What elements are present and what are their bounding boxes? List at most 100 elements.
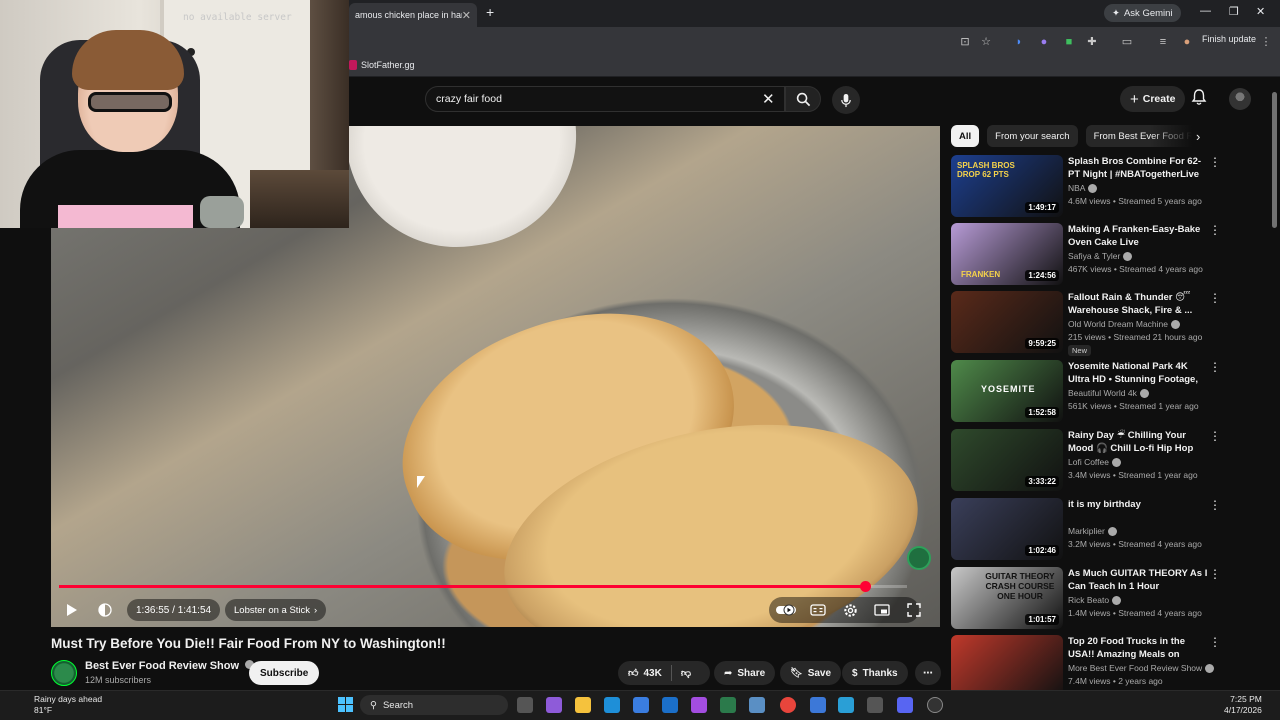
new-tab-icon[interactable]: +: [486, 4, 494, 20]
chip-all[interactable]: All: [951, 125, 980, 147]
settings-button[interactable]: [839, 599, 861, 621]
video-thumbnail[interactable]: [951, 635, 1063, 697]
bookmark-star-icon[interactable]: ☆: [978, 34, 994, 50]
video-thumbnail[interactable]: 3:33:22: [951, 429, 1063, 491]
recommendation-item[interactable]: 3:33:22 Rainy Day ☔ Chilling Your Mood 🎧 …: [951, 429, 1221, 493]
task-view-icon[interactable]: [517, 697, 533, 713]
video-thumbnail[interactable]: 1:24:56 FRANKEN: [951, 223, 1063, 285]
more-options-icon[interactable]: ⋮: [1209, 223, 1221, 237]
more-options-icon[interactable]: ⋮: [1209, 360, 1221, 374]
recommendation-title[interactable]: Yosemite National Park 4K Ultra HD • Stu…: [1068, 360, 1208, 387]
recommendation-item[interactable]: 1:02:46 it is my birthday Markiplier 3.2M v…: [951, 498, 1221, 562]
thanks-button[interactable]: $ Thanks: [842, 661, 908, 685]
recommendation-title[interactable]: Making A Franken-Easy-Bake Oven Cake Liv…: [1068, 223, 1208, 249]
recommendation-channel[interactable]: Beautiful World 4k: [1068, 388, 1149, 398]
progress-bar[interactable]: [59, 581, 907, 592]
ask-gemini-button[interactable]: ✦ Ask Gemini: [1104, 4, 1181, 22]
profile-icon[interactable]: ●: [1179, 34, 1195, 50]
video-thumbnail[interactable]: 1:01:57 GUITAR THEORY CRASH COURSE ONE HO…: [951, 567, 1063, 629]
recommendation-item[interactable]: 9:59:25 Fallout Rain & Thunder 😴 Warehous…: [951, 291, 1221, 356]
chapter-button[interactable]: Lobster on a Stick ›: [225, 599, 327, 621]
weather-widget[interactable]: Rainy days ahead 81°F: [14, 694, 102, 716]
extension-icon-1[interactable]: ◗: [1011, 34, 1027, 50]
notifications-button[interactable]: [1190, 88, 1210, 108]
store-icon[interactable]: [633, 697, 649, 713]
channel-name[interactable]: Best Ever Food Review Show: [85, 660, 255, 672]
create-button[interactable]: + Create: [1120, 86, 1186, 112]
finish-update-button[interactable]: Finish update: [1202, 34, 1256, 44]
more-options-icon[interactable]: ⋮: [1209, 291, 1221, 305]
voice-search-button[interactable]: [832, 86, 860, 114]
recommendation-channel[interactable]: Markiplier: [1068, 526, 1117, 536]
recommendation-item[interactable]: 1:49:17 SPLASH BROS DROP 62 PTS Splash Bro…: [951, 155, 1221, 219]
recommendation-title[interactable]: Top 20 Food Trucks in the USA!! Amazing …: [1068, 635, 1208, 662]
scrollbar-thumb[interactable]: [1272, 92, 1277, 228]
recommendation-item[interactable]: 1:24:56 FRANKEN Making A Franken-Easy-Bake…: [951, 223, 1221, 287]
recommendation-item[interactable]: 1:01:57 GUITAR THEORY CRASH COURSE ONE HO…: [951, 567, 1221, 631]
outlook-icon[interactable]: [662, 697, 678, 713]
video-thumbnail[interactable]: 1:49:17 SPLASH BROS DROP 62 PTS: [951, 155, 1063, 217]
chip-from-search[interactable]: From your search: [987, 125, 1078, 147]
excel-icon[interactable]: [720, 697, 736, 713]
discord-icon[interactable]: [897, 697, 913, 713]
recommendation-channel[interactable]: More Best Ever Food Review Show: [1068, 663, 1215, 673]
miniplayer-button[interactable]: [871, 599, 893, 621]
captions-button[interactable]: [807, 599, 829, 621]
video-thumbnail[interactable]: 1:02:46: [951, 498, 1063, 560]
subscribe-button[interactable]: Subscribe: [249, 661, 320, 685]
recommendation-title[interactable]: As Much GUITAR THEORY As I Can Teach In …: [1068, 567, 1208, 593]
more-options-icon[interactable]: ⋮: [1209, 498, 1221, 512]
taskbar-search[interactable]: ⚲ Search: [360, 695, 508, 715]
recommendation-item[interactable]: 1:52:58 YOSEMITE Yosemite National Park 4K…: [951, 360, 1221, 424]
windows-start-icon[interactable]: [338, 697, 353, 712]
share-button[interactable]: ➦ Share: [714, 661, 776, 685]
play-button[interactable]: [61, 599, 83, 621]
taskbar-clock[interactable]: 7:25 PM 4/17/2026: [1224, 694, 1262, 716]
channel-avatar[interactable]: [51, 660, 77, 686]
autoplay-toggle[interactable]: [775, 599, 797, 621]
app-icon-gray[interactable]: [867, 697, 883, 713]
more-options-icon[interactable]: ⋮: [1209, 155, 1221, 169]
obs-icon[interactable]: [927, 697, 943, 713]
recommendation-title[interactable]: Rainy Day ☔ Chilling Your Mood 🎧 Chill L…: [1068, 429, 1208, 456]
more-actions-button[interactable]: ⋯: [915, 661, 941, 685]
extension-icon-3[interactable]: ■: [1061, 34, 1077, 50]
copilot-icon[interactable]: [546, 697, 562, 713]
restore-icon[interactable]: ❐: [1229, 5, 1239, 18]
browser-menu-icon[interactable]: ⋮: [1258, 34, 1274, 50]
notepad-icon[interactable]: [838, 697, 854, 713]
clear-search-icon[interactable]: ✕: [762, 90, 775, 108]
edge-icon[interactable]: [604, 697, 620, 713]
recommendation-title[interactable]: Fallout Rain & Thunder 😴 Warehouse Shack…: [1068, 291, 1208, 317]
fullscreen-button[interactable]: [903, 599, 925, 621]
recommendation-channel[interactable]: Safiya & Tyler: [1068, 251, 1133, 261]
recommendation-channel[interactable]: NBA: [1068, 183, 1098, 193]
more-options-icon[interactable]: ⋮: [1209, 567, 1221, 581]
close-window-icon[interactable]: ✕: [1256, 5, 1265, 18]
reading-list-icon[interactable]: ≡: [1155, 34, 1171, 50]
search-button[interactable]: [785, 86, 821, 112]
account-avatar[interactable]: [1229, 88, 1251, 110]
recommendation-channel[interactable]: Old World Dream Machine: [1068, 319, 1180, 329]
install-app-icon[interactable]: ⊡: [957, 34, 973, 50]
thumbs-down-icon[interactable]: 👎︎: [681, 667, 691, 679]
recommendation-title[interactable]: Splash Bros Combine For 62-PT Night | #N…: [1068, 155, 1208, 182]
more-options-icon[interactable]: ⋮: [1209, 635, 1221, 649]
channel-watermark[interactable]: [907, 546, 931, 570]
video-thumbnail[interactable]: 1:52:58 YOSEMITE: [951, 360, 1063, 422]
extension-icon-2[interactable]: ●: [1036, 34, 1052, 50]
video-thumbnail[interactable]: 9:59:25: [951, 291, 1063, 353]
volume-button[interactable]: [94, 599, 116, 621]
app-icon-c[interactable]: [810, 697, 826, 713]
app-icon-purple[interactable]: [691, 697, 707, 713]
minimize-icon[interactable]: —: [1200, 5, 1211, 17]
chevron-right-icon[interactable]: ›: [1196, 129, 1200, 144]
cast-icon[interactable]: ▭: [1119, 34, 1135, 50]
search-input[interactable]: crazy fair food: [425, 86, 785, 112]
file-explorer-icon[interactable]: [575, 697, 591, 713]
browser-tab[interactable]: amous chicken place in harlem ✕: [349, 3, 477, 27]
recommendation-channel[interactable]: Lofi Coffee: [1068, 457, 1121, 467]
close-tab-icon[interactable]: ✕: [462, 9, 471, 22]
app-icon-blue[interactable]: [749, 697, 765, 713]
chrome-icon[interactable]: [780, 697, 796, 713]
